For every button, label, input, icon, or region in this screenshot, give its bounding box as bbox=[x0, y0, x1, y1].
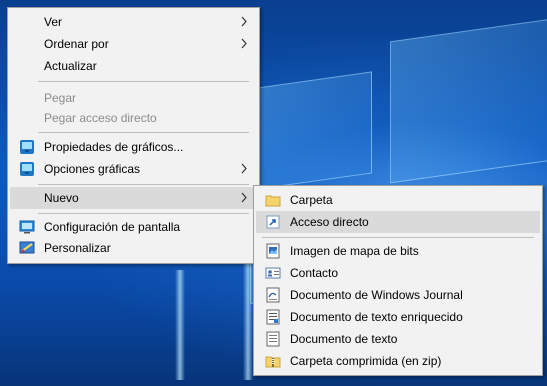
menu-item-label: Opciones gráficas bbox=[44, 162, 141, 176]
desktop-context-menu: Ver Ordenar por Actualizar Pegar Pegar a… bbox=[7, 7, 260, 264]
folder-icon bbox=[265, 195, 281, 207]
menu-item-label: Pegar bbox=[44, 91, 77, 105]
menu-item-personalizar[interactable]: Personalizar bbox=[10, 237, 257, 259]
submenu-item-label: Imagen de mapa de bits bbox=[290, 244, 419, 258]
menu-item-label: Personalizar bbox=[44, 241, 111, 255]
submenu-item-label: Documento de texto enriquecido bbox=[290, 310, 463, 324]
menu-separator bbox=[38, 213, 249, 214]
menu-item-label: Ordenar por bbox=[44, 37, 109, 51]
menu-item-label: Configuración de pantalla bbox=[44, 220, 181, 234]
menu-item-label: Propiedades de gráficos... bbox=[44, 140, 184, 154]
chevron-right-icon bbox=[241, 192, 247, 203]
shortcut-icon bbox=[266, 215, 280, 229]
menu-item-pegar-acceso-directo[interactable]: Pegar acceso directo bbox=[10, 107, 257, 129]
menu-item-label: Nuevo bbox=[44, 191, 79, 205]
submenu-item-label: Acceso directo bbox=[290, 215, 369, 229]
new-submenu: Carpeta Acceso directo Imagen de mapa de… bbox=[253, 185, 543, 376]
menu-item-pegar[interactable]: Pegar bbox=[10, 87, 257, 109]
menu-item-ver[interactable]: Ver bbox=[10, 11, 257, 33]
submenu-item-label: Documento de texto bbox=[290, 332, 398, 346]
menu-separator bbox=[38, 184, 249, 185]
intel-graphics-icon bbox=[20, 140, 34, 154]
journal-document-icon bbox=[266, 287, 280, 303]
menu-separator bbox=[38, 81, 249, 82]
chevron-right-icon bbox=[241, 163, 247, 174]
submenu-item-label: Contacto bbox=[290, 266, 339, 280]
menu-item-label: Pegar acceso directo bbox=[44, 111, 157, 125]
windows-logo-pane bbox=[390, 18, 547, 184]
windows-logo-pane bbox=[250, 71, 372, 191]
bitmap-image-icon bbox=[266, 243, 280, 259]
submenu-item-label: Documento de Windows Journal bbox=[290, 288, 463, 302]
menu-item-label: Ver bbox=[44, 15, 63, 29]
menu-item-actualizar[interactable]: Actualizar bbox=[10, 55, 257, 77]
zip-folder-icon bbox=[265, 356, 281, 368]
light-beam bbox=[175, 270, 185, 380]
display-settings-icon bbox=[19, 220, 35, 234]
chevron-right-icon bbox=[241, 16, 247, 27]
submenu-item-documento-texto[interactable]: Documento de texto bbox=[256, 328, 540, 350]
light-beam bbox=[243, 260, 253, 380]
submenu-item-label: Carpeta comprimida (en zip) bbox=[290, 354, 442, 368]
menu-separator bbox=[38, 132, 249, 133]
menu-item-ordenar-por[interactable]: Ordenar por bbox=[10, 33, 257, 55]
intel-graphics-icon bbox=[20, 162, 34, 176]
rich-text-document-icon bbox=[266, 309, 280, 325]
submenu-item-windows-journal[interactable]: Documento de Windows Journal bbox=[256, 284, 540, 306]
submenu-item-acceso-directo[interactable]: Acceso directo bbox=[256, 211, 540, 233]
menu-separator bbox=[262, 237, 534, 238]
menu-item-configuracion-pantalla[interactable]: Configuración de pantalla bbox=[10, 216, 257, 238]
menu-item-propiedades-graficos[interactable]: Propiedades de gráficos... bbox=[10, 136, 257, 158]
submenu-item-carpeta-comprimida[interactable]: Carpeta comprimida (en zip) bbox=[256, 350, 540, 372]
contact-card-icon bbox=[265, 267, 281, 279]
text-document-icon bbox=[266, 331, 280, 347]
menu-item-nuevo[interactable]: Nuevo bbox=[10, 187, 257, 209]
menu-item-opciones-graficas[interactable]: Opciones gráficas bbox=[10, 158, 257, 180]
chevron-right-icon bbox=[241, 38, 247, 49]
menu-item-label: Actualizar bbox=[44, 59, 97, 73]
submenu-item-texto-enriquecido[interactable]: Documento de texto enriquecido bbox=[256, 306, 540, 328]
personalize-icon bbox=[19, 241, 35, 254]
submenu-item-contacto[interactable]: Contacto bbox=[256, 262, 540, 284]
submenu-item-label: Carpeta bbox=[290, 193, 333, 207]
submenu-item-imagen-mapa-bits[interactable]: Imagen de mapa de bits bbox=[256, 240, 540, 262]
submenu-item-carpeta[interactable]: Carpeta bbox=[256, 189, 540, 211]
